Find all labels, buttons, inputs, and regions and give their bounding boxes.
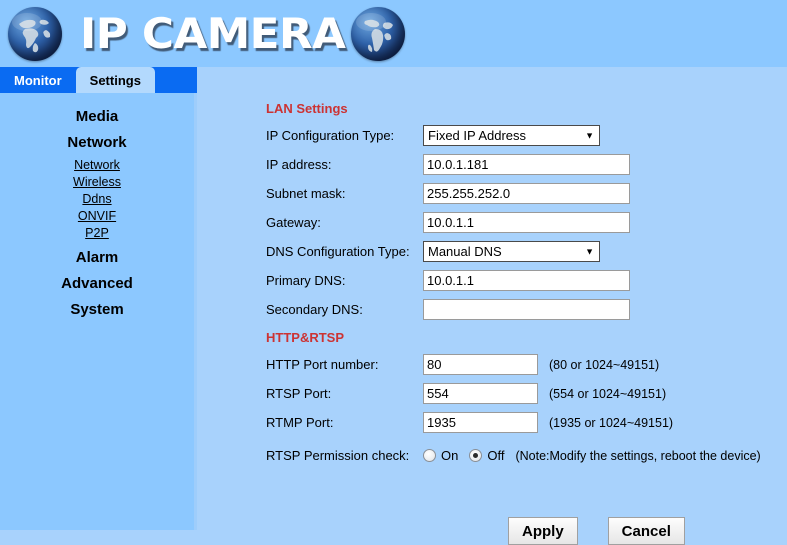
ip-config-type-label: IP Configuration Type:	[266, 128, 395, 143]
sidebar-item-label: ONVIF	[77, 209, 117, 223]
sidebar-item-label: P2P	[85, 226, 109, 240]
field-row-rtsp-permission-check: RTSP Permission check: On Off (Note:Modi…	[266, 441, 787, 470]
globe-icon	[351, 6, 406, 61]
chevron-down-icon: ▼	[585, 130, 594, 140]
dns-config-type-label: DNS Configuration Type:	[266, 244, 410, 259]
rtsp-permission-radio-group: On Off	[423, 448, 515, 463]
dns-config-type-value: Manual DNS	[428, 244, 502, 259]
rtsp-permission-radio-off[interactable]	[469, 449, 483, 462]
chevron-down-icon: ▼	[585, 246, 594, 256]
tab-monitor[interactable]: Monitor	[0, 67, 76, 93]
secondary-dns-input[interactable]	[423, 299, 630, 320]
rtsp-permission-label: RTSP Permission check:	[266, 448, 410, 463]
sidebar-item-network-group[interactable]: Network	[0, 134, 194, 151]
cancel-button[interactable]: Cancel	[607, 517, 685, 545]
primary-dns-input[interactable]	[423, 270, 630, 291]
sidebar-item-alarm[interactable]: Alarm	[0, 249, 194, 266]
secondary-dns-label: Secondary DNS:	[266, 302, 363, 317]
primary-dns-label: Primary DNS:	[266, 273, 346, 288]
rtmp-port-hint: (1935 or 1024~49151)	[549, 415, 674, 430]
http-port-input[interactable]	[423, 354, 538, 375]
apply-button[interactable]: Apply	[508, 517, 578, 545]
ip-address-label: IP address:	[266, 157, 332, 172]
tab-settings[interactable]: Settings	[75, 67, 155, 93]
sidebar-item-label: Advanced	[61, 275, 133, 292]
field-row-http-port: HTTP Port number: (80 or 1024~49151)	[266, 350, 787, 379]
sidebar-item-label: Wireless	[73, 175, 121, 189]
sidebar-item-label: Alarm	[75, 249, 119, 266]
subnet-mask-label: Subnet mask:	[266, 186, 346, 201]
form-action-buttons: Apply Cancel	[508, 517, 787, 545]
sidebar-item-advanced[interactable]: Advanced	[0, 275, 194, 292]
rtsp-port-input[interactable]	[423, 383, 538, 404]
sidebar-item-ddns[interactable]: Ddns	[0, 192, 194, 206]
page-header: IP CAMERA	[0, 0, 787, 67]
rtsp-port-hint: (554 or 1024~49151)	[549, 386, 667, 401]
sidebar-item-network[interactable]: Network	[0, 158, 194, 172]
globe-icon	[8, 6, 62, 61]
gateway-label: Gateway:	[266, 215, 321, 230]
rtsp-permission-off-label[interactable]: Off	[487, 448, 504, 463]
tab-monitor-label: Monitor	[14, 72, 62, 88]
sidebar-item-label: Media	[75, 108, 119, 125]
rtsp-port-label: RTSP Port:	[266, 386, 332, 401]
ip-config-type-select[interactable]: Fixed IP Address ▼	[423, 125, 600, 146]
tab-settings-label: Settings	[89, 72, 141, 88]
http-rtsp-heading: HTTP&RTSP	[266, 330, 344, 345]
rtsp-permission-radio-on[interactable]	[423, 449, 436, 462]
field-row-rtsp-port: RTSP Port: (554 or 1024~49151)	[266, 379, 787, 408]
field-row-subnet-mask: Subnet mask:	[266, 179, 787, 208]
rtmp-port-label: RTMP Port:	[266, 415, 334, 430]
subnet-mask-input[interactable]	[423, 183, 630, 204]
sidebar-item-p2p[interactable]: P2P	[0, 226, 194, 240]
sidebar-item-wireless[interactable]: Wireless	[0, 175, 194, 189]
dns-config-type-select[interactable]: Manual DNS ▼	[423, 241, 600, 262]
sidebar-item-label: Ddns	[82, 192, 112, 206]
rtmp-port-input[interactable]	[423, 412, 538, 433]
sidebar-item-onvif[interactable]: ONVIF	[0, 209, 194, 223]
sidebar-item-system[interactable]: System	[0, 301, 194, 318]
rtsp-permission-on-label[interactable]: On	[441, 448, 458, 463]
field-row-secondary-dns: Secondary DNS:	[266, 295, 787, 324]
gateway-input[interactable]	[423, 212, 630, 233]
field-row-primary-dns: Primary DNS:	[266, 266, 787, 295]
ip-config-type-value: Fixed IP Address	[428, 128, 527, 143]
http-port-hint: (80 or 1024~49151)	[549, 357, 660, 372]
rtsp-permission-note: (Note:Modify the settings, reboot the de…	[515, 448, 761, 463]
field-row-rtmp-port: RTMP Port: (1935 or 1024~49151)	[266, 408, 787, 437]
http-port-label: HTTP Port number:	[266, 357, 379, 372]
field-row-ip-config-type: IP Configuration Type: Fixed IP Address …	[266, 121, 787, 150]
ip-address-input[interactable]	[423, 154, 630, 175]
sidebar-nav: Media Network Network Wireless Ddns ONVI…	[0, 93, 194, 530]
field-row-gateway: Gateway:	[266, 208, 787, 237]
ip-camera-settings-page: IP CAMERA Monitor Settings Media Network…	[0, 0, 787, 545]
sidebar-item-label: Network	[67, 134, 127, 151]
settings-content: LAN Settings IP Configuration Type: Fixe…	[197, 93, 787, 545]
sidebar-item-label: Network	[74, 158, 120, 172]
field-row-dns-config-type: DNS Configuration Type: Manual DNS ▼	[266, 237, 787, 266]
sidebar-item-label: System	[70, 301, 124, 318]
page-title: IP CAMERA	[80, 8, 346, 58]
lan-settings-heading: LAN Settings	[266, 101, 348, 116]
sidebar-item-media[interactable]: Media	[0, 108, 194, 125]
main-tab-bar: Monitor Settings	[0, 67, 197, 93]
field-row-ip-address: IP address:	[266, 150, 787, 179]
